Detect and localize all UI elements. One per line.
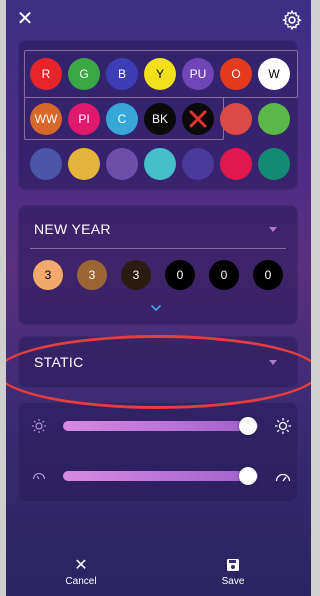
color-swatch-pink[interactable]: PI <box>68 103 100 135</box>
preset-value-text: 0 <box>264 268 272 282</box>
swatch-label: PU <box>189 67 207 81</box>
swatch-label: R <box>41 67 51 81</box>
swatch-label: C <box>117 112 127 126</box>
mode-dropdown[interactable]: STATIC <box>34 354 84 370</box>
sliders-panel <box>18 402 298 502</box>
color-swatch-custom-9[interactable] <box>258 148 290 180</box>
preset-value[interactable]: 0 <box>209 260 239 290</box>
save-label: Save <box>221 576 245 587</box>
color-swatch-green[interactable]: G <box>68 58 100 90</box>
color-swatch-off[interactable] <box>182 103 214 135</box>
speed-slider-thumb[interactable] <box>239 467 258 485</box>
slow-speed-icon <box>33 473 45 480</box>
color-swatch-black[interactable]: BK <box>144 103 176 135</box>
preset-value[interactable]: 0 <box>165 260 195 290</box>
color-swatch-custom-7[interactable] <box>182 148 214 180</box>
preset-value[interactable]: 3 <box>121 260 151 290</box>
color-swatch-blue[interactable]: B <box>106 58 138 90</box>
swatch-label: WW <box>34 112 58 126</box>
dim-sun-icon <box>32 419 46 433</box>
preset-value-text: 3 <box>88 268 96 282</box>
preset-value-text: 3 <box>44 268 52 282</box>
preset-dropdown[interactable]: NEW YEAR <box>34 221 111 237</box>
cancel-label: Cancel <box>65 576 97 587</box>
color-swatch-custom-1[interactable] <box>220 103 252 135</box>
chevron-down-icon[interactable] <box>269 227 277 232</box>
preset-value-text: 3 <box>132 268 140 282</box>
swatch-label: B <box>117 67 126 81</box>
app-frame: ✕ R G B Y PU O W WW PI C BK NEW YEAR 3 3… <box>6 0 311 596</box>
top-bar: ✕ <box>6 0 311 42</box>
save-button[interactable]: Save <box>203 556 263 587</box>
mode-panel[interactable]: STATIC <box>18 336 298 388</box>
gear-icon[interactable] <box>281 9 303 31</box>
color-swatch-warm-white[interactable]: WW <box>30 103 62 135</box>
swatch-label: Y <box>155 67 164 81</box>
swatch-label: W <box>268 67 280 81</box>
preset-value[interactable]: 3 <box>33 260 63 290</box>
swatch-label: PI <box>78 112 90 126</box>
swatch-label: BK <box>151 112 168 126</box>
preset-value[interactable]: 3 <box>77 260 107 290</box>
preset-value-text: 0 <box>220 268 228 282</box>
color-swatch-custom-5[interactable] <box>106 148 138 180</box>
color-swatch-custom-3[interactable] <box>30 148 62 180</box>
color-swatch-custom-4[interactable] <box>68 148 100 180</box>
x-icon <box>189 110 207 128</box>
save-disk-icon <box>227 559 239 571</box>
close-icon: ✕ <box>74 557 88 574</box>
speedometer-icon <box>275 473 291 482</box>
sun-icon <box>275 418 291 434</box>
color-swatch-yellow[interactable]: Y <box>144 58 176 90</box>
color-swatch-purple[interactable]: PU <box>182 58 214 90</box>
brightness-slider-track[interactable] <box>63 421 258 431</box>
swatch-label: G <box>79 67 89 81</box>
color-swatch-custom-2[interactable] <box>258 103 290 135</box>
color-palette-panel: R G B Y PU O W WW PI C BK <box>18 40 298 190</box>
brightness-slider-thumb[interactable] <box>239 417 258 435</box>
color-swatch-custom-8[interactable] <box>220 148 252 180</box>
color-swatch-cyan[interactable]: C <box>106 103 138 135</box>
bottom-action-bar: ✕ Cancel Save <box>6 548 311 596</box>
preset-value-text: 0 <box>176 268 184 282</box>
cancel-button[interactable]: ✕ Cancel <box>51 556 111 587</box>
preset-panel: NEW YEAR 3 3 3 0 0 0 <box>18 205 298 325</box>
color-swatch-custom-6[interactable] <box>144 148 176 180</box>
close-icon[interactable]: ✕ <box>14 8 36 30</box>
chevron-down-icon[interactable] <box>269 360 277 365</box>
preset-value[interactable]: 0 <box>253 260 283 290</box>
divider <box>30 248 286 249</box>
color-swatch-red[interactable]: R <box>30 58 62 90</box>
speed-slider-track[interactable] <box>63 471 258 481</box>
color-swatch-white[interactable]: W <box>258 58 290 90</box>
expand-chevron-icon[interactable] <box>151 305 161 311</box>
color-swatch-orange[interactable]: O <box>220 58 252 90</box>
swatch-label: O <box>231 67 241 81</box>
